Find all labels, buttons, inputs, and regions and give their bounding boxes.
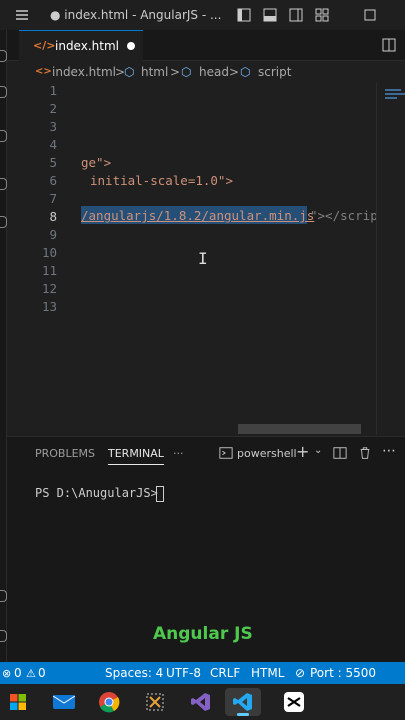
taskbar-visual-studio[interactable] [183,688,219,716]
code-icon: </> [33,39,56,52]
extensions-icon[interactable] [0,216,7,228]
activity-bar [0,30,7,662]
active-app-indicator [237,713,249,716]
taskbar-snipping-tool[interactable] [137,688,173,716]
line-number: 12 [41,281,57,296]
minimap[interactable] [376,83,405,435]
video-caption: Angular JS [153,624,253,644]
encoding[interactable]: UTF-8 [166,666,201,680]
code-line-8-rest: "></script [310,208,386,223]
mail-icon [52,695,76,709]
taskbar-mail[interactable] [46,688,82,716]
taskbar-chrome[interactable] [91,688,127,716]
port-off-icon[interactable]: ⊘ [295,666,305,680]
line-number: 9 [49,227,57,242]
html-file-icon: <> [35,66,52,77]
line-number: 13 [41,299,57,314]
explorer-icon[interactable] [0,50,7,62]
warning-count[interactable]: 0 [38,666,46,680]
element-icon: ⬡ [181,65,192,79]
account-icon[interactable] [0,590,7,602]
start-button[interactable] [0,688,36,716]
breadcrumb-file[interactable]: index.html [52,65,116,79]
scissors-icon [146,693,164,711]
element-icon: ⬡ [124,65,135,79]
code-line-5: ge"> [81,155,112,170]
capcut-icon [284,692,304,712]
visual-studio-icon [191,693,210,711]
breadcrumb-head[interactable]: head [199,65,229,79]
warning-icon[interactable]: ⚠ [26,667,36,680]
line-number: 1 [49,83,57,98]
maximize-icon[interactable] [362,7,378,23]
breadcrumb-separator: > [229,65,240,79]
line-number: 11 [41,263,57,278]
indentation[interactable]: Spaces: 4 [105,666,163,680]
code-line-6: initial-scale=1.0"> [90,173,233,188]
live-server-port[interactable]: Port : 5500 [310,666,376,680]
taskbar-capcut[interactable] [276,688,312,716]
text-cursor-icon: I [198,249,208,268]
line-number: 2 [49,101,57,116]
split-terminal-icon[interactable] [333,446,347,460]
tab-index-html[interactable]: </> index.html [19,30,143,61]
language-mode[interactable]: HTML [251,666,284,680]
source-control-icon[interactable] [0,130,7,142]
customize-layout-icon[interactable] [314,7,330,23]
horizontal-scrollbar[interactable] [238,424,361,434]
line-number: 4 [49,137,57,152]
settings-gear-icon[interactable] [0,630,7,642]
more-actions-icon[interactable]: ··· [173,447,184,460]
line-number: 5 [49,155,57,170]
status-bar: ⊗ 0 ⚠ 0 Spaces: 4 UTF-8 CRLF HTML ⊘ Port… [0,662,405,684]
tab-terminal[interactable]: TERMINAL [108,447,164,465]
terminal-icon [219,447,233,459]
line-endings[interactable]: CRLF [210,666,240,680]
run-debug-icon[interactable] [0,178,7,190]
breadcrumb: <> index.html > ⬡ html > ⬡ head > ⬡ scri… [7,61,405,83]
toggle-primary-sidebar-icon[interactable] [236,7,252,23]
chrome-icon [99,692,120,713]
error-icon[interactable]: ⊗ [2,667,11,680]
shell-name[interactable]: powershell [237,447,297,460]
code-editor[interactable]: 1 2 3 4 5 6 7 8 9 10 11 12 13 ge"> initi… [7,83,385,435]
error-count[interactable]: 0 [14,666,22,680]
element-icon: ⬡ [240,65,251,79]
toggle-panel-icon[interactable] [262,7,278,23]
title-bar: ● index.html - AngularJS - ... [0,0,405,31]
terminal-cursor [156,486,164,502]
line-number: 10 [41,245,57,260]
line-number: 6 [49,173,57,188]
code-line-8-selected[interactable]: /angularjs/1.8.2/angular.min.js [81,208,314,223]
breadcrumb-separator: > [170,65,181,79]
minimap-line [385,93,405,95]
minimap-line [385,97,397,99]
ellipsis-icon[interactable]: ⋯ [382,443,396,459]
new-terminal-icon[interactable]: + [296,442,309,461]
minimap-line [385,89,401,91]
windows-logo-icon [10,694,26,710]
vscode-icon [233,693,252,711]
search-icon[interactable] [0,86,7,98]
menu-icon[interactable] [14,7,30,23]
line-number-active: 8 [49,209,57,224]
toggle-secondary-sidebar-icon[interactable] [288,7,304,23]
editor-tabs: </> index.html [7,30,405,61]
trash-icon[interactable] [358,446,372,460]
breadcrumb-script[interactable]: script [258,65,291,79]
line-number: 3 [49,119,57,134]
window-title: ● index.html - AngularJS - ... [50,8,222,22]
unsaved-dot-icon[interactable] [127,42,135,50]
tab-problems[interactable]: PROBLEMS [35,447,95,460]
split-editor-icon[interactable] [381,37,397,53]
tab-label: index.html [55,39,119,53]
breadcrumb-html[interactable]: html [141,65,168,79]
chevron-down-icon[interactable]: ⌄ [314,445,322,456]
terminal-prompt: PS D:\AnugularJS> [35,486,158,500]
windows-taskbar [0,684,405,720]
line-number: 7 [49,191,57,206]
taskbar-vscode[interactable] [225,688,261,716]
